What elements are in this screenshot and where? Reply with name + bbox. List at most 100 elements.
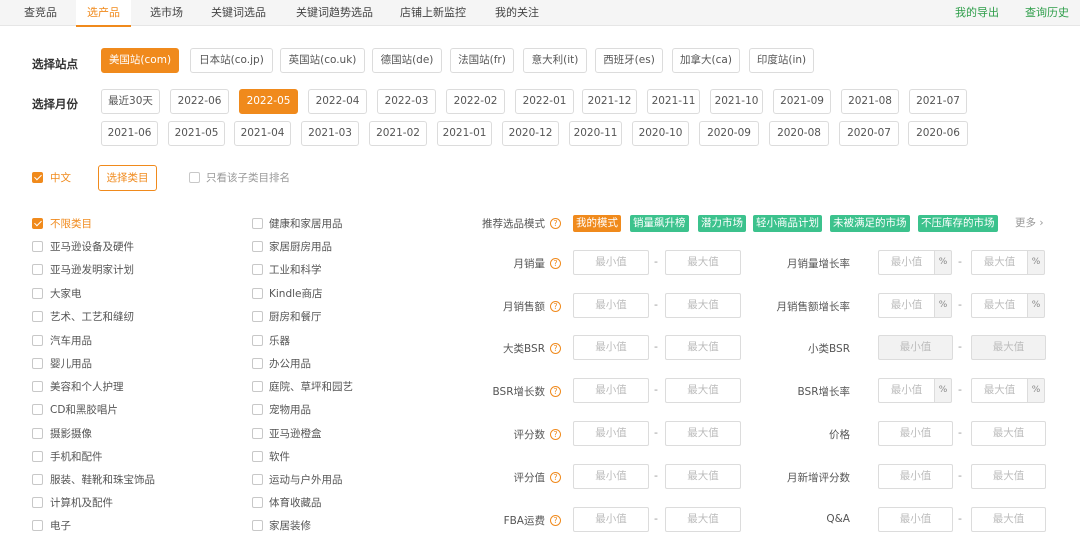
month-option[interactable]: 2021-10: [710, 89, 763, 114]
month-option[interactable]: 2020-09: [699, 121, 759, 146]
month-option[interactable]: 2021-04: [234, 121, 291, 146]
month-option[interactable]: 2022-05: [239, 89, 298, 114]
site-option[interactable]: 西班牙(es): [595, 48, 663, 73]
category-checkbox[interactable]: [252, 288, 263, 299]
max-input[interactable]: 最大值: [665, 335, 741, 360]
category-checkbox[interactable]: [252, 381, 263, 392]
max-input[interactable]: 最大值: [665, 293, 741, 318]
category-checkbox[interactable]: [32, 335, 43, 346]
site-option[interactable]: 英国站(co.uk): [280, 48, 365, 73]
category-checkbox[interactable]: [252, 428, 263, 439]
recommend-mode-tag[interactable]: 不压库存的市场: [918, 215, 998, 232]
category-checkbox[interactable]: [32, 474, 43, 485]
max-input[interactable]: 最大值: [971, 421, 1046, 446]
recommend-help-icon[interactable]: ?: [550, 218, 561, 229]
max-input[interactable]: 最大值: [971, 293, 1028, 318]
category-checkbox[interactable]: [252, 218, 263, 229]
help-icon[interactable]: ?: [550, 258, 561, 269]
category-checkbox[interactable]: [32, 451, 43, 462]
min-input[interactable]: 最小值: [573, 335, 649, 360]
min-input[interactable]: 最小值: [878, 378, 935, 403]
month-option[interactable]: 2021-05: [168, 121, 225, 146]
category-checkbox[interactable]: [252, 264, 263, 275]
min-input[interactable]: 最小值: [573, 421, 649, 446]
recommend-mode-tag[interactable]: 潜力市场: [698, 215, 746, 232]
min-input[interactable]: 最小值: [878, 250, 935, 275]
tab-shop-monitor[interactable]: 店铺上新监控: [400, 0, 466, 26]
month-option[interactable]: 2022-01: [515, 89, 574, 114]
query-history-link[interactable]: 查询历史: [1025, 0, 1069, 26]
min-input[interactable]: 最小值: [878, 421, 953, 446]
tab-keyword-select[interactable]: 关键词选品: [211, 0, 266, 26]
month-option[interactable]: 2022-03: [377, 89, 436, 114]
max-input[interactable]: 最大值: [971, 250, 1028, 275]
min-input[interactable]: 最小值: [573, 293, 649, 318]
month-option[interactable]: 2021-09: [773, 89, 831, 114]
category-checkbox[interactable]: [252, 335, 263, 346]
category-checkbox[interactable]: [252, 358, 263, 369]
tab-select-product[interactable]: 选产品: [76, 0, 131, 27]
site-option[interactable]: 印度站(in): [749, 48, 814, 73]
category-checkbox[interactable]: [32, 264, 43, 275]
only-subcategory-checkbox[interactable]: [189, 172, 200, 183]
site-option[interactable]: 德国站(de): [372, 48, 442, 73]
site-option[interactable]: 法国站(fr): [450, 48, 514, 73]
category-checkbox[interactable]: [32, 218, 43, 229]
month-option[interactable]: 2021-03: [301, 121, 359, 146]
tab-keyword-trend[interactable]: 关键词趋势选品: [296, 0, 373, 26]
help-icon[interactable]: ?: [550, 343, 561, 354]
tab-my-follow[interactable]: 我的关注: [495, 0, 539, 26]
help-icon[interactable]: ?: [550, 472, 561, 483]
min-input[interactable]: 最小值: [573, 464, 649, 489]
site-option[interactable]: 意大利(it): [523, 48, 587, 73]
month-option[interactable]: 2020-12: [502, 121, 559, 146]
month-option[interactable]: 2020-10: [632, 121, 689, 146]
chinese-checkbox[interactable]: [32, 172, 43, 183]
category-checkbox[interactable]: [32, 358, 43, 369]
tab-select-market[interactable]: 选市场: [150, 0, 183, 26]
recommend-mode-tag[interactable]: 轻小商品计划: [753, 215, 822, 232]
category-checkbox[interactable]: [252, 497, 263, 508]
category-checkbox[interactable]: [252, 311, 263, 322]
select-category-button[interactable]: 选择类目: [98, 165, 157, 191]
month-option[interactable]: 2021-06: [101, 121, 158, 146]
category-checkbox[interactable]: [32, 311, 43, 322]
min-input[interactable]: 最小值: [878, 464, 953, 489]
min-input[interactable]: 最小值: [878, 507, 953, 532]
min-input[interactable]: 最小值: [878, 335, 953, 360]
category-checkbox[interactable]: [32, 497, 43, 508]
max-input[interactable]: 最大值: [665, 464, 741, 489]
max-input[interactable]: 最大值: [665, 250, 741, 275]
month-option[interactable]: 2022-06: [170, 89, 229, 114]
min-input[interactable]: 最小值: [573, 250, 649, 275]
month-option[interactable]: 2021-08: [841, 89, 899, 114]
category-checkbox[interactable]: [252, 451, 263, 462]
help-icon[interactable]: ?: [550, 386, 561, 397]
min-input[interactable]: 最小值: [573, 378, 649, 403]
site-option[interactable]: 加拿大(ca): [672, 48, 740, 73]
help-icon[interactable]: ?: [550, 301, 561, 312]
more-link[interactable]: 更多 ›: [1015, 215, 1044, 230]
month-option[interactable]: 2021-02: [369, 121, 427, 146]
category-checkbox[interactable]: [32, 428, 43, 439]
recommend-mode-tag[interactable]: 销量飙升榜: [630, 215, 689, 232]
month-option[interactable]: 2021-11: [647, 89, 700, 114]
min-input[interactable]: 最小值: [573, 507, 649, 532]
max-input[interactable]: 最大值: [971, 335, 1046, 360]
category-checkbox[interactable]: [252, 404, 263, 415]
category-checkbox[interactable]: [32, 520, 43, 531]
category-checkbox[interactable]: [252, 474, 263, 485]
month-option[interactable]: 2022-02: [446, 89, 505, 114]
month-option[interactable]: 2020-11: [569, 121, 622, 146]
category-checkbox[interactable]: [252, 520, 263, 531]
category-checkbox[interactable]: [32, 288, 43, 299]
month-option[interactable]: 2020-07: [839, 121, 899, 146]
help-icon[interactable]: ?: [550, 515, 561, 526]
help-icon[interactable]: ?: [550, 429, 561, 440]
category-checkbox[interactable]: [32, 381, 43, 392]
min-input[interactable]: 最小值: [878, 293, 935, 318]
recommend-mode-tag[interactable]: 未被满足的市场: [830, 215, 910, 232]
site-option[interactable]: 美国站(com): [101, 48, 179, 73]
site-option[interactable]: 日本站(co.jp): [190, 48, 273, 73]
month-option[interactable]: 2020-08: [769, 121, 829, 146]
